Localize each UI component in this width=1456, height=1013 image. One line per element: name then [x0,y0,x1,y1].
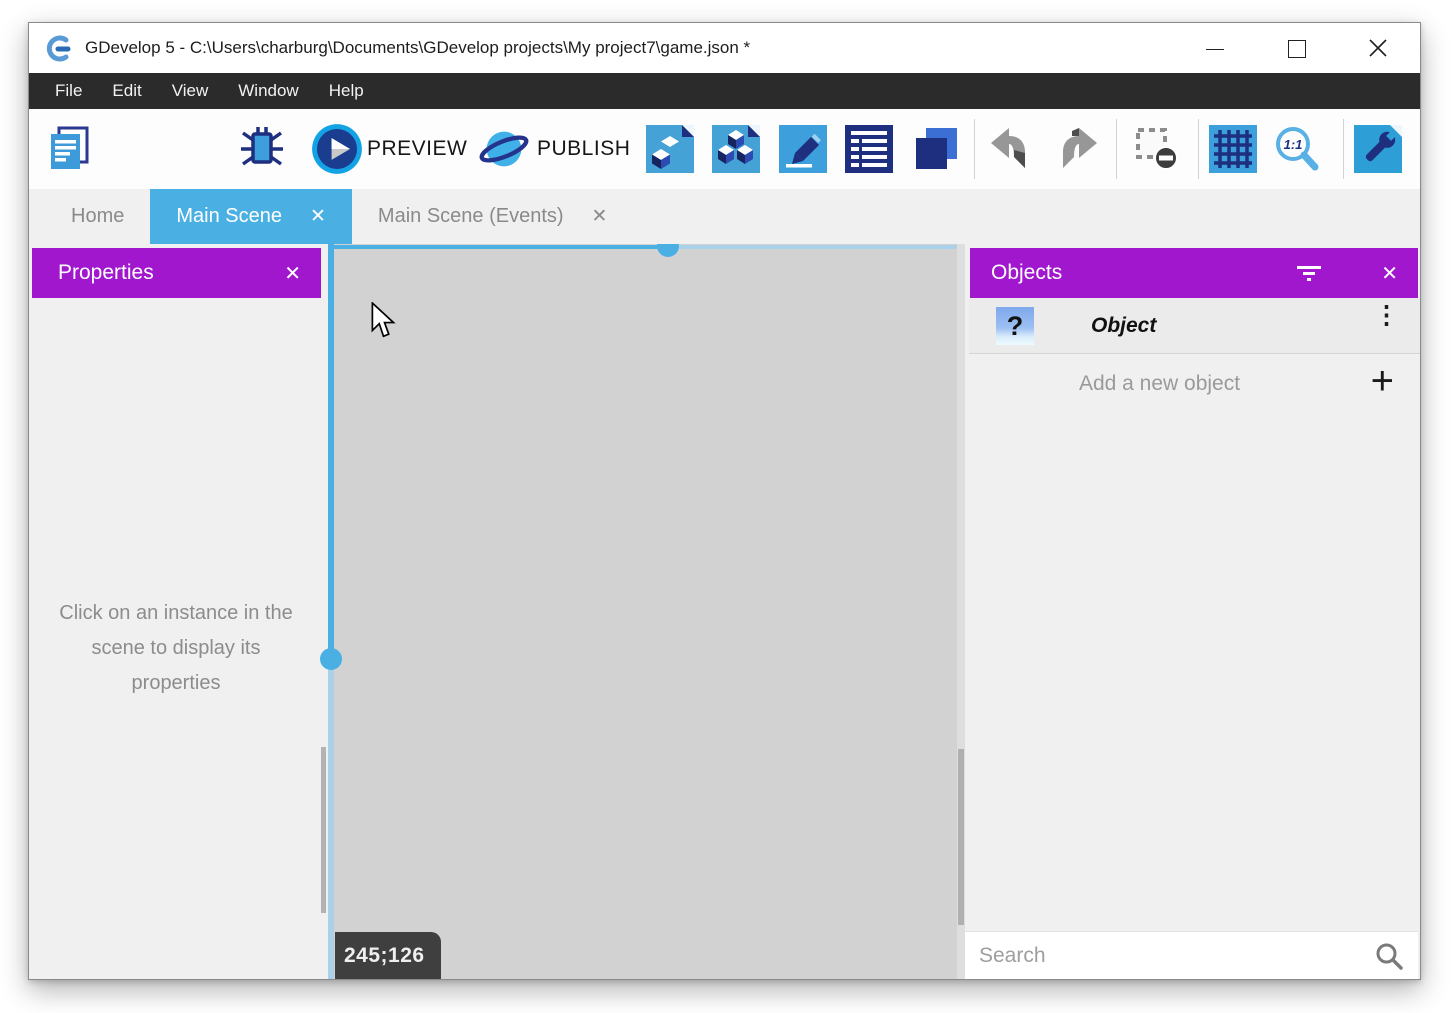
tab-label: Main Scene [176,205,282,228]
objects-header: Objects ✕ [970,248,1418,298]
undo-icon[interactable] [986,125,1034,173]
scene-properties-icon[interactable] [646,125,694,173]
debug-icon[interactable] [238,125,286,173]
properties-close-button[interactable]: ✕ [264,261,321,286]
grid-icon[interactable] [1209,125,1257,173]
object-search-bar [965,931,1418,979]
scene-boundary-line-top [334,245,673,249]
menu-file[interactable]: File [40,73,97,109]
window-close-icon [1368,38,1388,58]
tab-bar: Home Main Scene ✕ Main Scene (Events) ✕ [29,189,1420,244]
menu-edit[interactable]: Edit [97,73,156,109]
plus-icon[interactable]: + [1371,359,1394,404]
selection-handle-left[interactable] [320,648,342,670]
canvas-scrollbar-thumb[interactable] [958,749,964,925]
publish-label: PUBLISH [537,135,630,163]
toolbar-separator [1116,119,1117,179]
redo-icon[interactable] [1054,125,1102,173]
properties-empty-message: Click on an instance in the scene to dis… [45,596,307,701]
preview-label: PREVIEW [367,135,467,163]
maximize-button[interactable] [1283,34,1311,62]
scene-boundary-line-top-faded [673,245,957,249]
tab-main-scene-events[interactable]: Main Scene (Events) ✕ [352,189,634,244]
menu-help[interactable]: Help [314,73,379,109]
properties-header: Properties ✕ [32,248,321,298]
add-object-row[interactable]: Add a new object + [969,355,1420,413]
edit-pencil-icon[interactable] [779,125,827,173]
tab-label: Main Scene (Events) [378,205,564,228]
object-name: Object [1091,298,1156,354]
gdevelop-logo-icon [45,34,73,62]
events-list-icon[interactable] [845,125,893,173]
clear-selection-icon[interactable] [1133,125,1181,173]
object-placeholder-icon: ? [996,307,1034,345]
add-object-label: Add a new object [1029,355,1290,413]
main-area: Properties ✕ Click on an instance in the… [29,244,1420,979]
svg-text:1:1: 1:1 [1284,137,1303,152]
toolbar-separator [974,119,975,179]
object-row[interactable]: ? Object ⋮ [969,298,1420,354]
close-button[interactable] [1364,34,1392,62]
window-title: GDevelop 5 - C:\Users\charburg\Documents… [85,23,750,73]
objects-close-button[interactable]: ✕ [1361,261,1418,286]
title-bar[interactable]: GDevelop 5 - C:\Users\charburg\Documents… [29,23,1420,73]
coordinates-tooltip: 245;126 [335,932,441,979]
tab-main-scene[interactable]: Main Scene ✕ [150,189,352,244]
filter-icon[interactable] [1297,263,1321,283]
play-icon [311,123,363,175]
layers-icon[interactable] [912,125,960,173]
toolbar: PREVIEW PUBLISH [29,109,1420,189]
tab-label: Home [71,205,124,228]
object-search-input[interactable] [965,932,1418,979]
properties-title: Properties [32,261,264,285]
toolbar-separator [1198,119,1199,179]
desktop: GDevelop 5 - C:\Users\charburg\Documents… [0,0,1456,1013]
globe-icon [478,123,530,175]
menu-bar: File Edit View Window Help [29,73,1420,109]
objects-panel: Objects ✕ ? Object ⋮ Add a new object + [965,244,1420,979]
tab-close-icon[interactable]: ✕ [310,207,326,226]
menu-window[interactable]: Window [223,73,313,109]
gdevelop-window: GDevelop 5 - C:\Users\charburg\Documents… [28,22,1421,980]
scene-canvas[interactable]: 245;126 [334,244,957,979]
properties-scrollbar-thumb[interactable] [321,747,326,913]
wrench-icon[interactable] [1354,125,1402,173]
objects-cubes-icon[interactable] [712,125,760,173]
minimize-button[interactable] [1202,34,1230,62]
objects-title: Objects [970,261,1297,285]
kebab-menu-icon[interactable]: ⋮ [1374,310,1388,321]
zoom-1-1-icon[interactable]: 1:1 [1273,125,1321,173]
tab-close-icon[interactable]: ✕ [592,207,608,226]
project-manager-icon[interactable] [46,125,94,173]
search-icon [1374,941,1404,971]
selection-handle-top[interactable] [657,244,679,257]
tab-home[interactable]: Home [45,189,150,244]
menu-view[interactable]: View [157,73,224,109]
properties-panel: Properties ✕ Click on an instance in the… [29,244,323,979]
toolbar-separator [1343,119,1344,179]
mouse-cursor-icon [371,302,397,340]
